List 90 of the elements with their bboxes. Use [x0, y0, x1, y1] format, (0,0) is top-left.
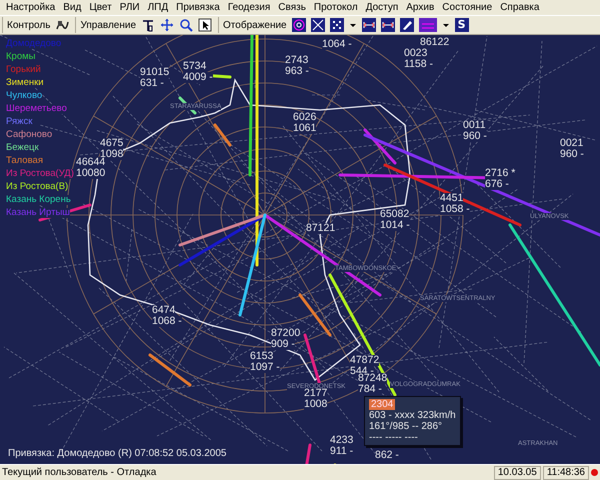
- tooltip-line: ---- ----- ----: [369, 432, 419, 443]
- status-date: 10.03.05: [494, 466, 541, 480]
- radar-source-label: Чулково: [6, 91, 42, 101]
- track-label[interactable]: 911 -: [330, 446, 354, 457]
- tooltip-line: 161°/985 -- 286°: [369, 421, 444, 432]
- cursor-icon[interactable]: [198, 18, 212, 32]
- radar-source-label: Горький: [6, 65, 41, 75]
- menu-item[interactable]: Справка: [496, 2, 544, 13]
- radar-source-label: Таловая: [6, 156, 43, 166]
- track-label[interactable]: 1008: [304, 399, 328, 410]
- radar-source-label: Из Ростова(В): [6, 182, 68, 192]
- track-label[interactable]: 91015: [140, 67, 170, 78]
- tooltip-line: 603 - xxxx 323km/h: [369, 410, 456, 421]
- binding-info: Привязка: Домодедово (R) 07:08:52 05.03.2005: [8, 448, 226, 459]
- radar-source-label: Кромы: [6, 52, 36, 62]
- menu-item[interactable]: Связь: [274, 2, 310, 13]
- track-label[interactable]: 676 -: [485, 179, 509, 190]
- radar-source-label: Домодедово: [6, 39, 62, 49]
- track-label[interactable]: 47872: [350, 355, 380, 366]
- toolbar-group-label: Контроль: [7, 20, 50, 30]
- track-label[interactable]: 1064 -: [322, 39, 352, 50]
- track-label[interactable]: 4009 -: [183, 72, 213, 83]
- menu-item[interactable]: Привязка: [172, 2, 224, 13]
- menu-item[interactable]: Протокол: [310, 2, 362, 13]
- track-label[interactable]: 1068 -: [152, 316, 182, 327]
- track-label[interactable]: 6026: [293, 112, 316, 123]
- track-label[interactable]: 10080: [76, 168, 106, 179]
- radar-source-label: Ряжск: [6, 117, 32, 127]
- track-label[interactable]: 4451: [440, 193, 464, 204]
- track-label[interactable]: 909 -: [271, 339, 295, 350]
- track-label[interactable]: 1097 -: [250, 362, 280, 373]
- move-icon[interactable]: [160, 18, 174, 32]
- text-icon[interactable]: [141, 18, 156, 32]
- range-icon[interactable]: [362, 18, 376, 32]
- menu-item[interactable]: ЛПД: [144, 2, 172, 13]
- track-label[interactable]: 2716 *: [485, 168, 516, 179]
- track-label[interactable]: 87200: [271, 328, 300, 339]
- track-label[interactable]: 6474: [152, 305, 176, 316]
- track-label[interactable]: 6153: [250, 351, 274, 362]
- radar-source-label: Казань Корень: [6, 195, 71, 205]
- track-label[interactable]: 1058 -: [440, 204, 470, 215]
- status-text: Текущий пользователь - Отладка: [2, 467, 158, 478]
- layer-icon[interactable]: [418, 18, 437, 32]
- track-label[interactable]: 1014 -: [380, 220, 410, 231]
- menu-item[interactable]: Доступ: [362, 2, 402, 13]
- callsign-label: 2304: [369, 399, 396, 410]
- track-label[interactable]: 0023: [404, 48, 428, 59]
- toolbar-group-label: Отображение: [223, 20, 287, 30]
- menu-item[interactable]: Архив: [402, 2, 438, 13]
- track-label[interactable]: 960 -: [560, 149, 584, 160]
- track-label[interactable]: 0011: [463, 120, 486, 131]
- track-label[interactable]: 862 -: [375, 450, 399, 461]
- radar-source-label: Зименки: [6, 78, 44, 88]
- track-label[interactable]: 5734: [183, 61, 206, 72]
- letter-button[interactable]: S: [454, 18, 469, 32]
- grid-icon[interactable]: [330, 18, 344, 32]
- radar-source-label: Из Ростова(УД): [6, 169, 74, 179]
- track-label[interactable]: 1061: [293, 123, 316, 134]
- cross-icon[interactable]: [310, 18, 325, 32]
- status-time: 11:48:36: [542, 466, 589, 480]
- radar-source-label: Бежецк: [6, 143, 39, 153]
- track-label[interactable]: 87121: [306, 223, 336, 234]
- radar-source-label: Шереметьево: [6, 104, 67, 114]
- menu-item[interactable]: Настройка: [2, 2, 60, 13]
- track-label[interactable]: 2743: [285, 55, 308, 66]
- track-label[interactable]: 4233: [330, 435, 354, 446]
- track-label[interactable]: 2177: [304, 388, 328, 399]
- menu-item[interactable]: Вид: [59, 2, 86, 13]
- menu-item[interactable]: РЛИ: [116, 2, 144, 13]
- track-label[interactable]: 960 -: [463, 131, 487, 142]
- radar-source-label: Сафоново: [6, 130, 52, 140]
- target-icon[interactable]: [292, 18, 306, 32]
- track-label[interactable]: 784 -: [358, 384, 382, 395]
- track-label[interactable]: 4675: [100, 138, 124, 149]
- pencil-icon[interactable]: [400, 18, 414, 32]
- track-label[interactable]: 87248: [358, 373, 388, 384]
- toolbar-group-label: Управление: [80, 20, 136, 30]
- track-label[interactable]: 65082: [380, 209, 410, 220]
- track-label[interactable]: 0021: [560, 138, 584, 149]
- menu-item[interactable]: Геодезия: [224, 2, 274, 13]
- range-icon[interactable]: [380, 18, 395, 32]
- track-label[interactable]: 86122: [420, 37, 450, 48]
- menu-item[interactable]: Цвет: [85, 2, 116, 13]
- track-label[interactable]: 631 -: [140, 78, 164, 89]
- search-icon[interactable]: [179, 18, 194, 32]
- radar-source-label: Казань Иртыш: [6, 208, 70, 218]
- menu-item[interactable]: Состояние: [438, 2, 496, 13]
- track-label[interactable]: 963 -: [285, 66, 309, 77]
- track-label[interactable]: 1158 -: [404, 59, 433, 70]
- track-label[interactable]: 46644: [76, 157, 106, 168]
